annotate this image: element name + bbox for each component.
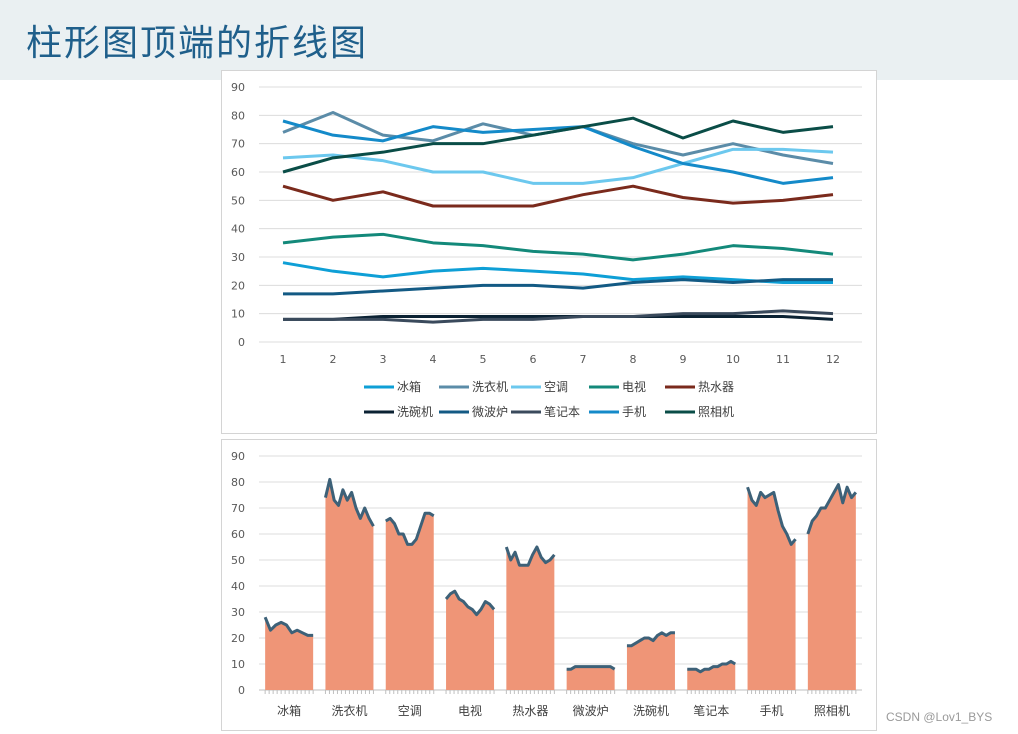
watermark: CSDN @Lov1_BYS bbox=[886, 710, 993, 724]
y-tick-label: 10 bbox=[231, 658, 245, 671]
category-label: 洗衣机 bbox=[331, 703, 367, 718]
x-tick-label: 5 bbox=[480, 353, 487, 366]
y-tick-label: 20 bbox=[231, 279, 245, 292]
y-tick-label: 90 bbox=[231, 81, 245, 94]
x-tick-label: 8 bbox=[630, 353, 637, 366]
series-line bbox=[283, 278, 833, 296]
x-tick-label: 6 bbox=[530, 353, 537, 366]
y-tick-label: 10 bbox=[231, 308, 245, 321]
legend-label: 微波炉 bbox=[472, 405, 508, 419]
x-tick-label: 11 bbox=[776, 353, 790, 366]
category-label: 微波炉 bbox=[573, 704, 609, 718]
series-line bbox=[282, 261, 833, 284]
legend-label: 照相机 bbox=[698, 405, 734, 419]
y-tick-label: 30 bbox=[231, 251, 245, 264]
series-line bbox=[282, 232, 834, 262]
legend-label: 热水器 bbox=[698, 380, 734, 394]
legend-label: 空调 bbox=[544, 380, 568, 394]
y-tick-label: 90 bbox=[231, 450, 245, 463]
y-tick-label: 0 bbox=[238, 684, 245, 697]
y-tick-label: 20 bbox=[231, 632, 245, 645]
y-tick-label: 70 bbox=[231, 138, 245, 151]
x-tick-label: 7 bbox=[580, 353, 587, 366]
bar bbox=[506, 547, 555, 690]
y-tick-label: 40 bbox=[231, 223, 245, 236]
category-label: 手机 bbox=[760, 704, 784, 718]
bar bbox=[626, 632, 675, 690]
y-tick-label: 40 bbox=[231, 580, 245, 593]
legend-label: 电视 bbox=[622, 379, 646, 394]
category-label: 冰箱 bbox=[277, 703, 301, 718]
x-tick-label: 2 bbox=[330, 353, 337, 366]
line-chart: 01020304050607080901 2 3 4 5 6 7 8 9 10 11 12冰箱 洗衣机空… bbox=[231, 81, 862, 419]
x-tick-label: 12 bbox=[826, 353, 840, 366]
category-label: 电视 bbox=[458, 703, 482, 718]
y-tick-label: 80 bbox=[231, 476, 245, 489]
y-tick-label: 0 bbox=[238, 336, 245, 349]
category-label: 空调 bbox=[398, 704, 422, 718]
y-tick-label: 50 bbox=[231, 194, 245, 207]
bar bbox=[747, 487, 796, 690]
bar bbox=[385, 513, 434, 690]
bar bbox=[566, 666, 615, 690]
title-bar: 柱形图顶端的折线图 bbox=[0, 0, 1018, 80]
category-label: 笔记本 bbox=[693, 703, 729, 718]
y-tick-label: 70 bbox=[231, 502, 245, 515]
x-tick-label: 1 bbox=[280, 353, 287, 366]
legend-label: 手机 bbox=[622, 405, 646, 419]
legend-label: 洗衣机 bbox=[472, 379, 508, 394]
line-chart-panel: 0 10 20 30 40 50 60 70 80 90 1 2 3 4 5 6 7 8 9 10 11 12 冰箱 洗衣机空… bbox=[221, 70, 877, 434]
y-tick-label: 30 bbox=[231, 606, 245, 619]
x-tick-label: 10 bbox=[726, 353, 740, 366]
category-label: 洗碗机 bbox=[633, 703, 669, 718]
bar bbox=[687, 661, 736, 690]
y-tick-label: 60 bbox=[231, 528, 245, 541]
y-tick-label: 50 bbox=[231, 554, 245, 567]
y-tick-label: 80 bbox=[231, 109, 245, 122]
bar-line-chart-panel: 0 10 20 30 40 50 60 70 80 90 冰箱 洗衣机 空调 电视 热水器 微波炉 洗碗机 笔记本… bbox=[221, 439, 877, 731]
x-tick-label: 3 bbox=[380, 353, 387, 366]
x-tick-label: 9 bbox=[680, 353, 687, 366]
legend-label: 洗碗机 bbox=[397, 404, 433, 419]
legend-label: 笔记本 bbox=[544, 404, 580, 419]
bar-line-chart: 0 10 20 30 40 50 60 70 80 90 冰箱 洗衣机 空调 电视 热水器 微波炉 洗碗机 笔记本… bbox=[231, 450, 862, 718]
x-tick-label: 4 bbox=[430, 353, 437, 366]
bar bbox=[446, 591, 495, 690]
category-label: 热水器 bbox=[512, 704, 548, 718]
y-tick-label: 60 bbox=[231, 166, 245, 179]
legend-label: 冰箱 bbox=[397, 379, 421, 394]
page-title: 柱形图顶端的折线图 bbox=[26, 23, 369, 64]
series-line bbox=[282, 184, 834, 208]
category-label: 照相机 bbox=[814, 704, 850, 718]
